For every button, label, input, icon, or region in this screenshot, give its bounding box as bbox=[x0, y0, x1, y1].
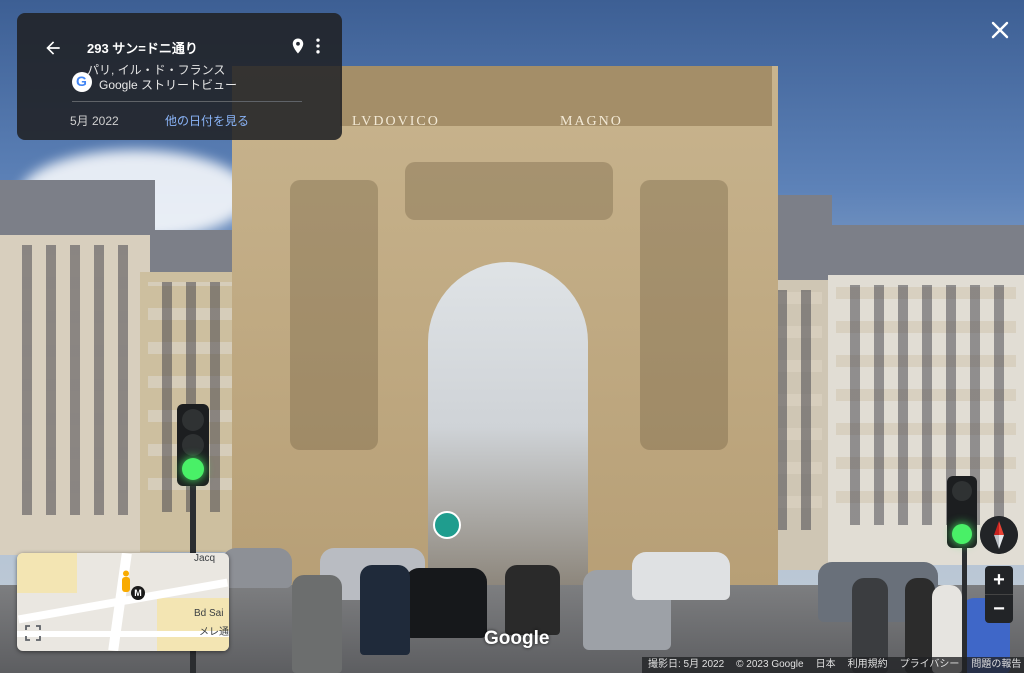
footer-report-link[interactable]: 問題の報告 bbox=[965, 657, 1024, 673]
car bbox=[405, 568, 487, 638]
arch-opening bbox=[428, 262, 588, 592]
pegman-icon[interactable] bbox=[120, 570, 132, 592]
building-left bbox=[0, 235, 150, 555]
arch-inscription-right: MAGNO bbox=[560, 114, 623, 129]
navigation-arrow-icon[interactable] bbox=[433, 511, 461, 539]
capture-date: 5月 2022 bbox=[70, 114, 119, 128]
google-watermark: Google bbox=[484, 628, 550, 649]
minus-icon[interactable]: − bbox=[985, 594, 1013, 623]
footer-capture-date: 撮影日: 5月 2022 bbox=[648, 659, 725, 670]
map-label: Bd Sai bbox=[194, 608, 224, 619]
expand-icon[interactable] bbox=[23, 623, 43, 643]
service-label: Google ストリートビュー bbox=[99, 78, 238, 92]
divider bbox=[72, 101, 302, 102]
more-vert-icon[interactable] bbox=[313, 36, 323, 56]
footer-terms-link[interactable]: 利用規約 bbox=[842, 657, 894, 673]
map-street bbox=[17, 631, 229, 637]
compass-icon[interactable] bbox=[980, 516, 1018, 554]
motorcyclist bbox=[360, 565, 410, 655]
arrow-back-icon[interactable] bbox=[43, 38, 63, 58]
plus-icon[interactable]: + bbox=[985, 566, 1013, 594]
minimap[interactable]: Jacq Bd Sai メレ通 M bbox=[17, 553, 229, 651]
google-logo-icon bbox=[72, 72, 92, 92]
car bbox=[632, 552, 730, 600]
close-icon[interactable] bbox=[988, 18, 1012, 42]
motorcyclist bbox=[505, 565, 560, 635]
traffic-light bbox=[177, 404, 209, 486]
footer-privacy-link[interactable]: プライバシー bbox=[894, 657, 966, 673]
view-controls: + − bbox=[979, 516, 1019, 623]
footer-copyright: © 2023 Google bbox=[736, 659, 804, 670]
arch-obelisk-right bbox=[640, 180, 728, 450]
location-pin-icon[interactable] bbox=[289, 36, 307, 56]
building-roof bbox=[0, 180, 155, 240]
car bbox=[222, 548, 292, 588]
footer-country[interactable]: 日本 bbox=[810, 657, 842, 673]
map-block bbox=[17, 553, 77, 593]
arch-inscription-left: LVDOVICO bbox=[352, 114, 440, 129]
metro-icon: M bbox=[131, 586, 145, 600]
pedestrian bbox=[292, 575, 342, 673]
building-roof bbox=[828, 225, 1024, 280]
traffic-light bbox=[947, 476, 977, 548]
map-label: Jacq bbox=[194, 553, 216, 564]
location-title: 293 サン=ドニ通り bbox=[87, 41, 198, 56]
arch-relief bbox=[405, 162, 613, 220]
attribution-footer: 撮影日: 5月 2022 © 2023 Google 日本 利用規約 プライバシ… bbox=[642, 657, 1024, 673]
location-info-card: 293 サン=ドニ通り パリ, イル・ド・フランス Google ストリートビュ… bbox=[17, 13, 342, 140]
map-label: メレ通 bbox=[199, 627, 229, 638]
arch-obelisk-left bbox=[290, 180, 378, 450]
other-dates-link[interactable]: 他の日付を見る bbox=[165, 112, 249, 129]
